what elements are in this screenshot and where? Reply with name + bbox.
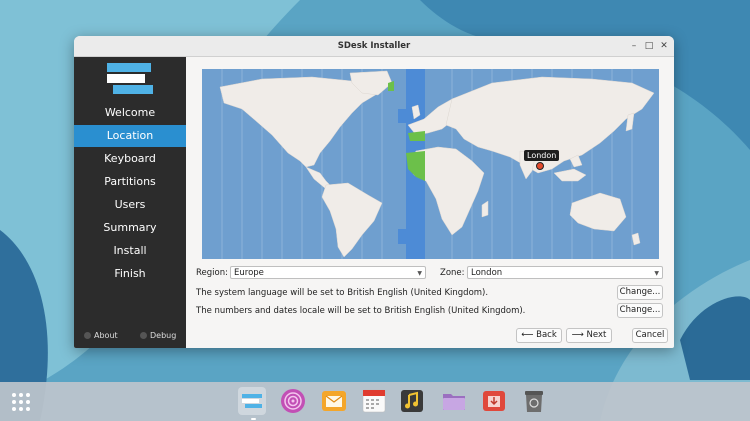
region-select[interactable]: Europe ▼: [230, 266, 426, 279]
sdesk-logo-icon: [107, 63, 153, 94]
minimize-button[interactable]: –: [627, 39, 641, 53]
installer-icon[interactable]: [238, 387, 266, 415]
back-label: Back: [536, 330, 557, 340]
app-grid-icon[interactable]: [12, 393, 32, 413]
zone-label: Zone:: [440, 268, 465, 278]
cancel-label: Cancel: [635, 330, 665, 340]
sidebar-item-install[interactable]: Install: [74, 240, 186, 262]
sidebar: Welcome Location Keyboard Partitions Use…: [74, 57, 186, 348]
music-icon[interactable]: [398, 387, 426, 415]
chevron-down-icon: ▼: [654, 270, 659, 277]
software-store-icon[interactable]: [480, 387, 508, 415]
close-button[interactable]: ✕: [657, 39, 671, 53]
debug-label: Debug: [150, 331, 177, 340]
back-button[interactable]: ⟵ Back: [516, 328, 562, 343]
window-title: SDesk Installer: [337, 41, 411, 51]
about-label: About: [94, 331, 118, 340]
sidebar-item-users[interactable]: Users: [74, 194, 186, 216]
change-language-button[interactable]: Change...: [617, 285, 663, 300]
debug-button[interactable]: Debug: [140, 331, 176, 340]
back-arrow-icon: ⟵: [521, 330, 537, 340]
about-icon: [84, 332, 91, 339]
next-label: Next: [586, 330, 607, 340]
running-indicator: [251, 418, 256, 420]
next-button[interactable]: ⟶ Next: [566, 328, 612, 343]
next-arrow-icon: ⟶: [571, 330, 587, 340]
maximize-button[interactable]: □: [642, 39, 656, 53]
language-info-text: The system language will be set to Briti…: [196, 288, 489, 298]
sidebar-item-keyboard[interactable]: Keyboard: [74, 148, 186, 170]
world-map[interactable]: [202, 69, 659, 259]
locale-info-text: The numbers and dates locale will be set…: [196, 306, 526, 316]
sidebar-item-welcome[interactable]: Welcome: [74, 102, 186, 124]
region-value: Europe: [234, 268, 264, 278]
sidebar-item-partitions[interactable]: Partitions: [74, 171, 186, 193]
zone-value: London: [471, 268, 503, 278]
installer-window: SDesk Installer – □ ✕ Welcome Location K…: [74, 36, 674, 348]
debug-icon: [140, 332, 147, 339]
chevron-down-icon: ▼: [417, 270, 422, 277]
title-bar[interactable]: SDesk Installer – □ ✕: [74, 36, 674, 57]
change-locale-button[interactable]: Change...: [617, 303, 663, 318]
browser-spiral-icon[interactable]: [279, 387, 307, 415]
calendar-icon[interactable]: [360, 387, 388, 415]
sidebar-item-summary[interactable]: Summary: [74, 217, 186, 239]
files-icon[interactable]: [440, 387, 468, 415]
sidebar-item-finish[interactable]: Finish: [74, 263, 186, 285]
region-label: Region:: [196, 268, 228, 278]
taskbar: [0, 382, 750, 421]
mail-icon[interactable]: [320, 387, 348, 415]
trash-icon[interactable]: [520, 387, 548, 415]
sidebar-item-location[interactable]: Location: [74, 125, 186, 147]
timezone-map[interactable]: London: [202, 69, 659, 259]
zone-select[interactable]: London ▼: [467, 266, 663, 279]
location-pin-icon[interactable]: [536, 162, 544, 170]
about-button[interactable]: About: [84, 331, 118, 340]
timezone-label: London: [524, 150, 560, 161]
cancel-button[interactable]: Cancel: [632, 328, 668, 343]
